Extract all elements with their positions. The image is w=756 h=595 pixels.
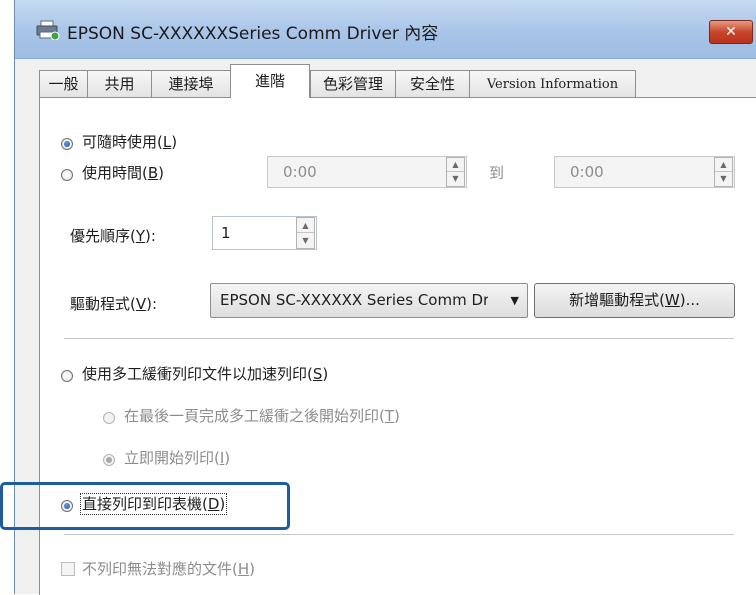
- start-immediately-label[interactable]: 立即開始列印(I): [124, 447, 230, 468]
- priority-spinner[interactable]: ▲ ▼: [296, 217, 315, 249]
- printer-icon: [36, 20, 60, 40]
- tab-ports[interactable]: 連接埠: [151, 70, 231, 97]
- priority-label: 優先順序(Y):: [70, 227, 156, 245]
- title-bar[interactable]: EPSON SC-XXXXXXSeries Comm Driver 內容 ✕: [15, 0, 756, 59]
- available-from-label[interactable]: 使用時間(B): [82, 162, 164, 183]
- window-title: EPSON SC-XXXXXXSeries Comm Driver 內容: [67, 24, 439, 44]
- tab-general[interactable]: 一般: [39, 70, 88, 97]
- new-driver-button[interactable]: 新增驅動程式(W)...: [534, 283, 735, 318]
- separator: [64, 338, 734, 339]
- spool-radio[interactable]: [61, 370, 73, 382]
- highlight-box: [0, 482, 290, 530]
- start-after-last-page-label[interactable]: 在最後一頁完成多工緩衝之後開始列印(T): [124, 405, 400, 426]
- spin-up-icon[interactable]: ▲: [715, 158, 732, 172]
- from-time-spinner[interactable]: ▲ ▼: [446, 157, 465, 187]
- to-time-spinner[interactable]: ▲ ▼: [714, 157, 733, 187]
- spin-up-icon[interactable]: ▲: [447, 158, 464, 172]
- close-button[interactable]: ✕: [709, 20, 753, 44]
- driver-label: 驅動程式(V):: [70, 295, 158, 313]
- to-label: 到: [489, 164, 505, 182]
- spin-down-icon[interactable]: ▼: [297, 233, 314, 248]
- separator: [64, 534, 734, 535]
- start-immediately-radio[interactable]: [103, 454, 115, 466]
- close-icon: ✕: [725, 24, 737, 40]
- from-time-field[interactable]: 0:00: [267, 156, 467, 188]
- tab-color-management[interactable]: 色彩管理: [310, 70, 396, 97]
- spool-label[interactable]: 使用多工緩衝列印文件以加速列印(S): [82, 363, 328, 384]
- tab-sharing[interactable]: 共用: [87, 70, 152, 97]
- always-available-label[interactable]: 可隨時使用(L): [82, 131, 177, 152]
- spin-up-icon[interactable]: ▲: [297, 218, 314, 233]
- start-after-last-page-radio[interactable]: [103, 412, 115, 424]
- tab-version-information[interactable]: Version Information: [469, 70, 636, 97]
- tab-advanced[interactable]: 進階: [230, 64, 310, 98]
- dropdown-arrow-icon: ▼: [510, 294, 519, 307]
- to-time-field[interactable]: 0:00: [554, 156, 735, 188]
- tab-security[interactable]: 安全性: [395, 70, 470, 97]
- hold-mismatched-checkbox[interactable]: [61, 562, 75, 576]
- spin-down-icon[interactable]: ▼: [447, 172, 464, 186]
- available-from-radio[interactable]: [61, 169, 73, 181]
- tab-strip: 一般 共用 連接埠 進階 色彩管理 安全性 Version Informatio…: [39, 64, 756, 98]
- always-available-radio[interactable]: [61, 138, 73, 150]
- driver-dropdown[interactable]: EPSON SC-XXXXXX Series Comm Driver ▼: [210, 283, 528, 318]
- driver-dropdown-value: EPSON SC-XXXXXX Series Comm Driver: [220, 291, 488, 309]
- spin-down-icon[interactable]: ▼: [715, 172, 732, 186]
- hold-mismatched-label[interactable]: 不列印無法對應的文件(H): [82, 558, 255, 579]
